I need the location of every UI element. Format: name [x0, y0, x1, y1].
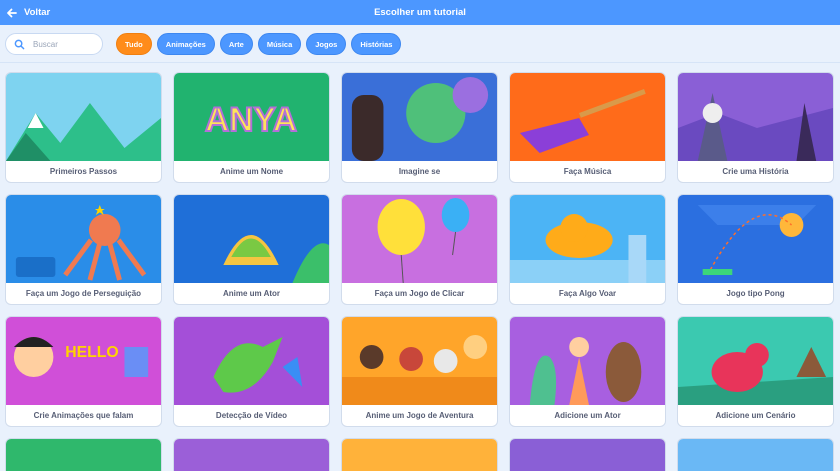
tutorial-title: Faça um Jogo de Clicar: [374, 289, 465, 298]
tutorial-title: Crie uma História: [722, 167, 789, 176]
filter-chip-4[interactable]: Jogos: [306, 33, 347, 55]
tutorial-thumbnail: [6, 195, 161, 283]
tutorial-title: Faça Algo Voar: [558, 289, 617, 298]
tutorial-title: Primeiros Passos: [49, 167, 118, 176]
tutorial-card[interactable]: HELLO Crie Animações que falam: [5, 316, 162, 427]
tutorial-card-partial[interactable]: [677, 438, 834, 471]
tutorial-title: Anime um Ator: [222, 289, 281, 298]
tutorial-grid: Primeiros Passos ANYA Anime um Nome Imagine…: [5, 72, 834, 471]
tutorial-thumbnail: [342, 73, 497, 161]
tutorial-title: Faça Música: [563, 167, 612, 176]
tutorial-card-partial[interactable]: [173, 438, 330, 471]
tutorial-thumbnail: [678, 439, 833, 471]
filter-chip-3[interactable]: Música: [257, 33, 302, 55]
tutorial-card[interactable]: Anime um Ator: [173, 194, 330, 305]
tutorial-thumbnail: [174, 439, 329, 471]
tutorial-card-partial[interactable]: [341, 438, 498, 471]
tutorial-title: Crie Animações que falam: [33, 411, 134, 420]
tutorial-thumbnail: [678, 195, 833, 283]
top-header: Voltar Escolher um tutorial: [0, 0, 840, 25]
tutorial-thumbnail: [510, 439, 665, 471]
filter-bar: TudoAnimaçõesArteMúsicaJogosHistórias: [0, 25, 840, 63]
tutorial-card[interactable]: Jogo tipo Pong: [677, 194, 834, 305]
tutorial-card[interactable]: Faça um Jogo de Perseguição: [5, 194, 162, 305]
tutorial-thumbnail: ANYA: [174, 73, 329, 161]
tutorial-card[interactable]: Imagine se: [341, 72, 498, 183]
tutorial-title: Jogo tipo Pong: [726, 289, 785, 298]
filter-chips: Tudo Animações Arte Música Jogos Histórias: [116, 33, 402, 55]
tutorial-thumbnail: [678, 73, 833, 161]
tutorial-title: Faça um Jogo de Perseguição: [25, 289, 142, 298]
tutorial-thumbnail: [6, 73, 161, 161]
filter-chip-2[interactable]: Arte: [219, 33, 253, 55]
tutorial-card[interactable]: Primeiros Passos: [5, 72, 162, 183]
tutorial-card-partial[interactable]: [509, 438, 666, 471]
tutorial-card[interactable]: ANYA Anime um Nome: [173, 72, 330, 183]
tutorial-card-partial[interactable]: [5, 438, 162, 471]
filter-chip-5[interactable]: Histórias: [351, 33, 402, 55]
tutorial-card[interactable]: Faça um Jogo de Clicar: [341, 194, 498, 305]
tutorial-thumbnail: [342, 317, 497, 405]
search-box[interactable]: [5, 33, 103, 55]
tutorial-card[interactable]: Adicione um Ator: [509, 316, 666, 427]
tutorial-card[interactable]: Faça Música: [509, 72, 666, 183]
tutorial-card[interactable]: Anime um Jogo de Aventura: [341, 316, 498, 427]
tutorial-thumbnail: [174, 195, 329, 283]
tutorial-title: Anime um Nome: [219, 167, 284, 176]
tutorial-title: Adicione um Cenário: [715, 411, 796, 420]
filter-chip-0[interactable]: Tudo: [116, 33, 152, 55]
page-title: Escolher um tutorial: [374, 7, 466, 18]
tutorial-card[interactable]: Detecção de Vídeo: [173, 316, 330, 427]
tutorial-thumbnail: [510, 195, 665, 283]
tutorial-thumbnail: [510, 73, 665, 161]
tutorial-card[interactable]: Adicione um Cenário: [677, 316, 834, 427]
tutorial-title: Anime um Jogo de Aventura: [365, 411, 474, 420]
tutorial-title: Detecção de Vídeo: [215, 411, 288, 420]
tutorial-title: Imagine se: [398, 167, 441, 176]
tutorial-thumbnail: [6, 439, 161, 471]
search-input[interactable]: [33, 39, 93, 49]
svg-text:HELLO: HELLO: [65, 344, 118, 361]
tutorial-thumbnail: [174, 317, 329, 405]
tutorial-thumbnail: HELLO: [6, 317, 161, 405]
search-icon: [14, 39, 25, 49]
tutorial-thumbnail: [342, 195, 497, 283]
svg-text:ANYA: ANYA: [205, 101, 297, 139]
tutorial-title: Adicione um Ator: [554, 411, 621, 420]
filter-chip-1[interactable]: Animações: [156, 33, 215, 55]
tutorial-thumbnail: [342, 439, 497, 471]
tutorial-thumbnail: [678, 317, 833, 405]
tutorial-card[interactable]: Crie uma História: [677, 72, 834, 183]
tutorial-card[interactable]: Faça Algo Voar: [509, 194, 666, 305]
tutorial-thumbnail: [510, 317, 665, 405]
